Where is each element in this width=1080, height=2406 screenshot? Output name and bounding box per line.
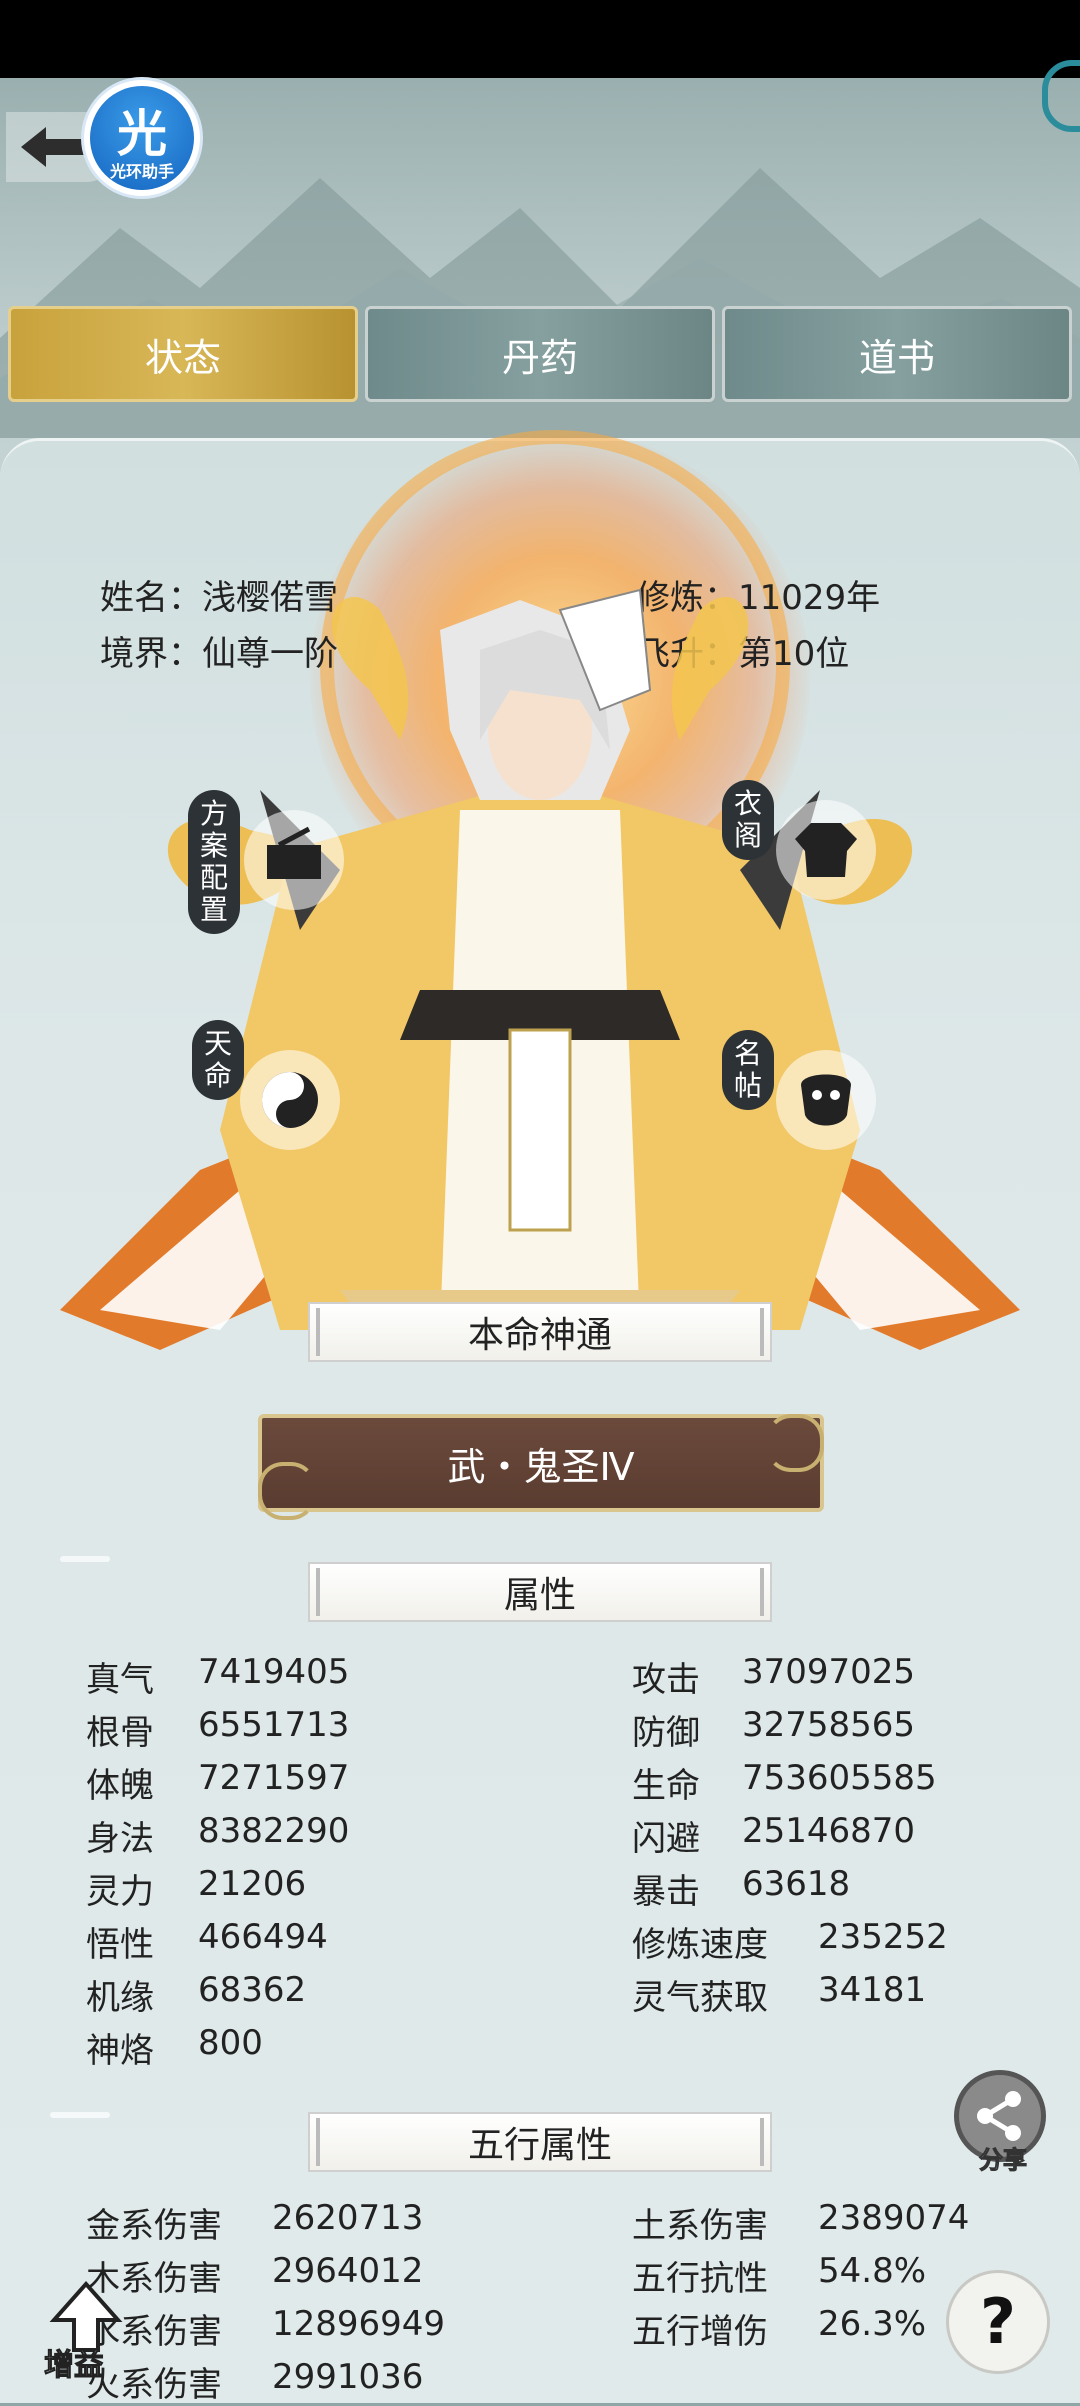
stat-row: 体魄 7271597 xyxy=(86,1758,349,1807)
stat-name: 悟性 xyxy=(86,1925,154,1965)
stat-name: 身法 xyxy=(86,1819,154,1859)
stat-value: 8382290 xyxy=(198,1811,350,1851)
stat-name: 闪避 xyxy=(632,1819,700,1859)
stat-name: 真气 xyxy=(86,1660,154,1700)
stat-name: 攻击 xyxy=(632,1660,700,1700)
stat-name: 修炼速度 xyxy=(632,1925,768,1965)
stat-value: 7271597 xyxy=(198,1758,350,1798)
corner-ornament-icon xyxy=(258,1462,316,1520)
cloud-decoration xyxy=(50,2112,110,2118)
tab-bar: 状态 丹药 道书 xyxy=(8,306,1072,406)
stat-value: 753605585 xyxy=(742,1758,937,1798)
stat-name: 根骨 xyxy=(86,1713,154,1753)
stat-value: 68362 xyxy=(198,1970,307,2010)
title-card-label[interactable]: 名帖 xyxy=(722,1030,774,1110)
stat-value: 26.3% xyxy=(818,2304,927,2344)
stat-value: 21206 xyxy=(198,1864,307,1904)
stat-name: 神烙 xyxy=(86,2031,154,2071)
stat-value: 2991036 xyxy=(272,2357,424,2397)
stat-value: 54.8% xyxy=(818,2251,927,2291)
stat-name: 灵气获取 xyxy=(632,1978,768,2018)
stat-name: 防御 xyxy=(632,1713,700,1753)
stat-row: 攻击 37097025 xyxy=(632,1652,915,1701)
stat-value: 800 xyxy=(198,2023,263,2063)
stat-value: 12896949 xyxy=(272,2304,446,2344)
assistant-badge[interactable]: 光 光环助手 xyxy=(84,80,200,196)
natal-skill-button[interactable]: 武・鬼圣Ⅳ xyxy=(258,1414,824,1520)
stat-row: 灵力 21206 xyxy=(86,1864,306,1913)
robe-icon[interactable] xyxy=(776,800,876,900)
five-elements-header: 五行属性 xyxy=(308,2112,772,2172)
wardrobe-label[interactable]: 衣阁 xyxy=(722,780,774,860)
stat-name: 生命 xyxy=(632,1766,700,1806)
stat-row: 修炼速度 235252 xyxy=(632,1917,948,1966)
stat-row: 灵气获取 34181 xyxy=(632,1970,926,2019)
stat-name: 五行增伤 xyxy=(632,2312,768,2352)
attributes-header: 属性 xyxy=(308,1562,772,1622)
yin-yang-icon[interactable] xyxy=(240,1050,340,1150)
stat-value: 37097025 xyxy=(742,1652,916,1692)
boost-label[interactable]: 增益 xyxy=(44,2340,105,2384)
mask-icon[interactable] xyxy=(776,1050,876,1150)
stat-name: 五行抗性 xyxy=(632,2259,768,2299)
corner-ornament-icon xyxy=(766,1414,824,1472)
stat-value: 34181 xyxy=(818,1970,927,2010)
stat-row: 悟性 466494 xyxy=(86,1917,328,1966)
stat-value: 2964012 xyxy=(272,2251,424,2291)
stat-row: 身法 8382290 xyxy=(86,1811,349,1860)
stat-row: 土系伤害 2389074 xyxy=(632,2198,969,2247)
stat-name: 机缘 xyxy=(86,1978,154,2018)
stat-name: 暴击 xyxy=(632,1872,700,1912)
stat-value: 25146870 xyxy=(742,1811,916,1851)
stat-row: 五行抗性 54.8% xyxy=(632,2251,926,2300)
scheme-config-label[interactable]: 方案配置 xyxy=(188,790,240,934)
assistant-logo-icon: 光 光环助手 xyxy=(90,86,194,190)
scroll-icon[interactable] xyxy=(244,810,344,910)
stat-value: 32758565 xyxy=(742,1705,916,1745)
status-bar xyxy=(0,0,1080,78)
stat-row: 神烙 800 xyxy=(86,2023,263,2072)
stat-row: 根骨 6551713 xyxy=(86,1705,349,1754)
stat-value: 2389074 xyxy=(818,2198,970,2238)
stat-name: 体魄 xyxy=(86,1766,154,1806)
stat-value: 7419405 xyxy=(198,1652,350,1692)
tab-pills[interactable]: 丹药 xyxy=(365,306,715,402)
stat-name: 金系伤害 xyxy=(86,2206,222,2246)
stat-row: 生命 753605585 xyxy=(632,1758,937,1807)
help-button[interactable]: ? xyxy=(946,2270,1050,2374)
destiny-label[interactable]: 天命 xyxy=(192,1020,244,1100)
share-label[interactable]: 分享 xyxy=(958,2140,1048,2175)
stat-row: 金系伤害 2620713 xyxy=(86,2198,423,2247)
tab-status[interactable]: 状态 xyxy=(8,306,358,402)
natal-skill-name: 武・鬼圣Ⅳ xyxy=(447,1444,635,1489)
cloud-decoration xyxy=(60,1556,110,1562)
character-figure xyxy=(60,588,1020,1360)
stat-value: 235252 xyxy=(818,1917,948,1957)
stat-value: 63618 xyxy=(742,1864,851,1904)
stat-name: 土系伤害 xyxy=(632,2206,768,2246)
stat-row: 暴击 63618 xyxy=(632,1864,850,1913)
natal-skill-header: 本命神通 xyxy=(308,1302,772,1362)
assistant-label: 光环助手 xyxy=(109,162,174,181)
stat-value: 6551713 xyxy=(198,1705,350,1745)
stat-row: 五行增伤 26.3% xyxy=(632,2304,926,2353)
stat-name: 灵力 xyxy=(86,1872,154,1912)
stat-value: 2620713 xyxy=(272,2198,424,2238)
stat-row: 闪避 25146870 xyxy=(632,1811,915,1860)
assistant-logo-glyph: 光 xyxy=(117,105,167,163)
stat-row: 防御 32758565 xyxy=(632,1705,915,1754)
stat-value: 466494 xyxy=(198,1917,328,1957)
stat-row: 机缘 68362 xyxy=(86,1970,306,2019)
stat-row: 真气 7419405 xyxy=(86,1652,349,1701)
tab-daoshu[interactable]: 道书 xyxy=(722,306,1072,402)
